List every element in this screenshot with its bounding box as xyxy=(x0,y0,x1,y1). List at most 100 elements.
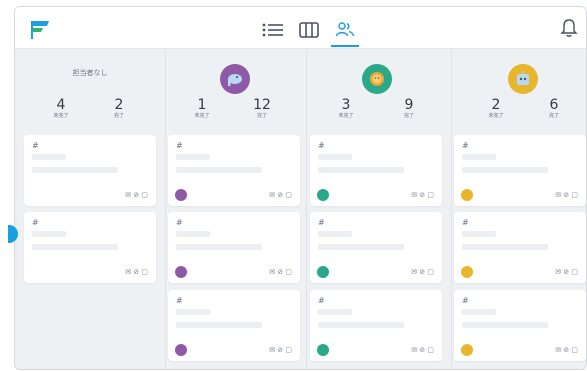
task-card[interactable]: # ✉ ⊘ ▢ xyxy=(454,290,586,361)
task-meta-icons: ✉ ⊘ ▢ xyxy=(555,346,578,354)
members-view-button[interactable] xyxy=(331,19,359,47)
mail-attach-note-icon: ✉ ⊘ ▢ xyxy=(411,191,434,199)
assignee-dot xyxy=(461,266,473,278)
task-title-placeholder xyxy=(462,309,496,315)
complete-count: 6 xyxy=(549,97,559,113)
task-title-placeholder xyxy=(318,231,352,237)
task-card[interactable]: # ✉ ⊘ ▢ xyxy=(24,135,156,206)
task-title-placeholder xyxy=(32,154,66,160)
complete-stat: 6 完了 xyxy=(534,97,574,120)
task-meta-icons: ✉ ⊘ ▢ xyxy=(555,191,578,199)
task-meta-icons: ✉ ⊘ ▢ xyxy=(269,346,292,354)
task-id: # xyxy=(462,141,469,150)
mail-attach-note-icon: ✉ ⊘ ▢ xyxy=(125,191,148,199)
incomplete-stat: 3 未完了 xyxy=(326,97,366,120)
complete-count: 9 xyxy=(404,97,414,113)
task-id: # xyxy=(462,218,469,227)
task-card[interactable]: # ✉ ⊘ ▢ xyxy=(310,290,442,361)
task-title-placeholder xyxy=(32,231,66,237)
task-card[interactable]: # ✉ ⊘ ▢ xyxy=(310,135,442,206)
task-title-placeholder xyxy=(462,154,496,160)
assignee-dot xyxy=(317,344,329,356)
task-desc-placeholder xyxy=(176,322,262,328)
assignee-dot xyxy=(175,344,187,356)
task-desc-placeholder xyxy=(462,167,548,173)
board-frame: 担当者なし 4 未完了 2 完了 # ✉ ⊘ ▢ # ✉ ⊘ ▢ 1 未完了 1… xyxy=(14,6,587,370)
flag-logo-icon[interactable] xyxy=(29,19,51,41)
column-member-teal: 3 未完了 9 完了 # ✉ ⊘ ▢ # ✉ ⊘ ▢ # ✉ ⊘ ▢ xyxy=(307,50,451,369)
assignee-dot xyxy=(461,344,473,356)
complete-stat: 12 完了 xyxy=(242,97,282,120)
incomplete-stat: 1 未完了 xyxy=(182,97,222,120)
column-header: 担当者なし 4 未完了 2 完了 xyxy=(15,50,165,134)
unassigned-label: 担当者なし xyxy=(72,69,108,77)
incomplete-count: 3 xyxy=(341,97,351,113)
task-id: # xyxy=(318,218,325,227)
mail-attach-note-icon: ✉ ⊘ ▢ xyxy=(555,268,578,276)
incomplete-label: 未完了 xyxy=(194,113,210,119)
complete-label: 完了 xyxy=(548,113,559,119)
task-desc-placeholder xyxy=(318,322,404,328)
elephant-icon xyxy=(228,74,242,86)
task-meta-icons: ✉ ⊘ ▢ xyxy=(411,346,434,354)
task-desc-placeholder xyxy=(318,244,404,250)
incomplete-count: 4 xyxy=(56,97,66,113)
task-meta-icons: ✉ ⊘ ▢ xyxy=(269,268,292,276)
task-id: # xyxy=(462,296,469,305)
column-member-yellow: 2 未完了 6 完了 # ✉ ⊘ ▢ # ✉ ⊘ ▢ # ✉ ⊘ ▢ xyxy=(452,50,586,369)
task-id: # xyxy=(32,218,39,227)
incomplete-label: 未完了 xyxy=(53,113,69,119)
avatar[interactable] xyxy=(220,64,250,94)
task-title-placeholder xyxy=(318,309,352,315)
columns-icon xyxy=(299,22,319,38)
task-title-placeholder xyxy=(176,309,210,315)
task-card[interactable]: # ✉ ⊘ ▢ xyxy=(168,212,300,283)
task-title-placeholder xyxy=(176,154,210,160)
task-card[interactable]: # ✉ ⊘ ▢ xyxy=(454,135,586,206)
incomplete-stat: 2 未完了 xyxy=(476,97,516,120)
task-meta-icons: ✉ ⊘ ▢ xyxy=(555,268,578,276)
assignee-dot xyxy=(317,266,329,278)
task-card[interactable]: # ✉ ⊘ ▢ xyxy=(168,135,300,206)
mail-attach-note-icon: ✉ ⊘ ▢ xyxy=(269,268,292,276)
avatar[interactable] xyxy=(508,64,538,94)
mail-attach-note-icon: ✉ ⊘ ▢ xyxy=(555,346,578,354)
task-desc-placeholder xyxy=(32,244,118,250)
task-card[interactable]: # ✉ ⊘ ▢ xyxy=(454,212,586,283)
column-member-purple: 1 未完了 12 完了 # ✉ ⊘ ▢ # ✉ ⊘ ▢ # ✉ ⊘ ▢ xyxy=(166,50,306,369)
column-header: 1 未完了 12 完了 xyxy=(166,50,306,134)
task-title-placeholder xyxy=(462,231,496,237)
column-header: 3 未完了 9 完了 xyxy=(307,50,451,134)
task-card[interactable]: # ✉ ⊘ ▢ xyxy=(310,212,442,283)
incomplete-count: 1 xyxy=(197,97,207,113)
task-id: # xyxy=(32,141,39,150)
mail-attach-note-icon: ✉ ⊘ ▢ xyxy=(411,346,434,354)
task-desc-placeholder xyxy=(32,167,118,173)
avatar[interactable] xyxy=(362,64,392,94)
task-meta-icons: ✉ ⊘ ▢ xyxy=(269,191,292,199)
people-icon xyxy=(335,22,355,37)
assignee-dot xyxy=(461,189,473,201)
complete-label: 完了 xyxy=(113,113,124,119)
assignee-dot xyxy=(317,189,329,201)
task-desc-placeholder xyxy=(462,244,548,250)
column-header: 2 未完了 6 完了 xyxy=(452,50,586,134)
view-switcher xyxy=(259,19,359,47)
incomplete-stat: 4 未完了 xyxy=(41,97,81,120)
top-bar xyxy=(15,7,586,49)
task-card[interactable]: # ✉ ⊘ ▢ xyxy=(24,212,156,283)
mail-attach-note-icon: ✉ ⊘ ▢ xyxy=(411,268,434,276)
list-view-button[interactable] xyxy=(259,19,287,41)
incomplete-label: 未完了 xyxy=(338,113,354,119)
task-desc-placeholder xyxy=(462,322,548,328)
task-meta-icons: ✉ ⊘ ▢ xyxy=(411,268,434,276)
assignee-dot xyxy=(175,189,187,201)
robot-icon xyxy=(517,71,529,85)
task-desc-placeholder xyxy=(318,167,404,173)
task-card[interactable]: # ✉ ⊘ ▢ xyxy=(168,290,300,361)
column-unassigned: 担当者なし 4 未完了 2 完了 # ✉ ⊘ ▢ # ✉ ⊘ ▢ xyxy=(15,50,165,369)
mail-attach-note-icon: ✉ ⊘ ▢ xyxy=(555,191,578,199)
board-view-button[interactable] xyxy=(295,19,323,41)
mail-attach-note-icon: ✉ ⊘ ▢ xyxy=(125,268,148,276)
bell-icon[interactable] xyxy=(560,18,578,38)
